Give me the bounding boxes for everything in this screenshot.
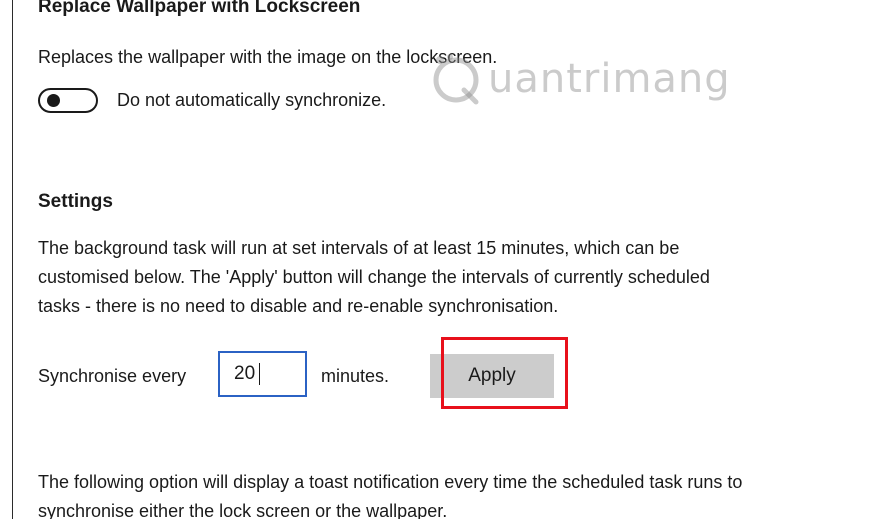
settings-page: Replace Wallpaper with Lockscreen Replac… xyxy=(0,0,870,519)
notification-description-line-1: The following option will display a toas… xyxy=(38,472,743,492)
toggle-knob xyxy=(47,94,60,107)
text-caret xyxy=(259,363,260,385)
interval-prefix-label: Synchronise every xyxy=(38,366,187,386)
sync-toggle-switch[interactable] xyxy=(38,88,98,113)
interval-minutes-input[interactable] xyxy=(218,351,307,397)
panel-left-border xyxy=(12,0,13,519)
sync-toggle-label: Do not automatically synchronize. xyxy=(117,90,387,110)
settings-description-line-3: tasks - there is no need to disable and … xyxy=(38,296,559,316)
apply-button[interactable]: Apply xyxy=(430,354,554,398)
settings-description-line-1: The background task will run at set inte… xyxy=(38,238,680,258)
settings-section-title: Settings xyxy=(38,191,113,212)
settings-description-line-2: customised below. The 'Apply' button wil… xyxy=(38,267,710,287)
notification-description-line-2: synchronise either the lock screen or th… xyxy=(38,501,448,519)
interval-suffix-label: minutes. xyxy=(321,366,390,386)
wallpaper-section-description: Replaces the wallpaper with the image on… xyxy=(38,47,498,67)
watermark-text: uantrimang xyxy=(488,56,731,102)
wallpaper-section-title: Replace Wallpaper with Lockscreen xyxy=(38,0,361,17)
